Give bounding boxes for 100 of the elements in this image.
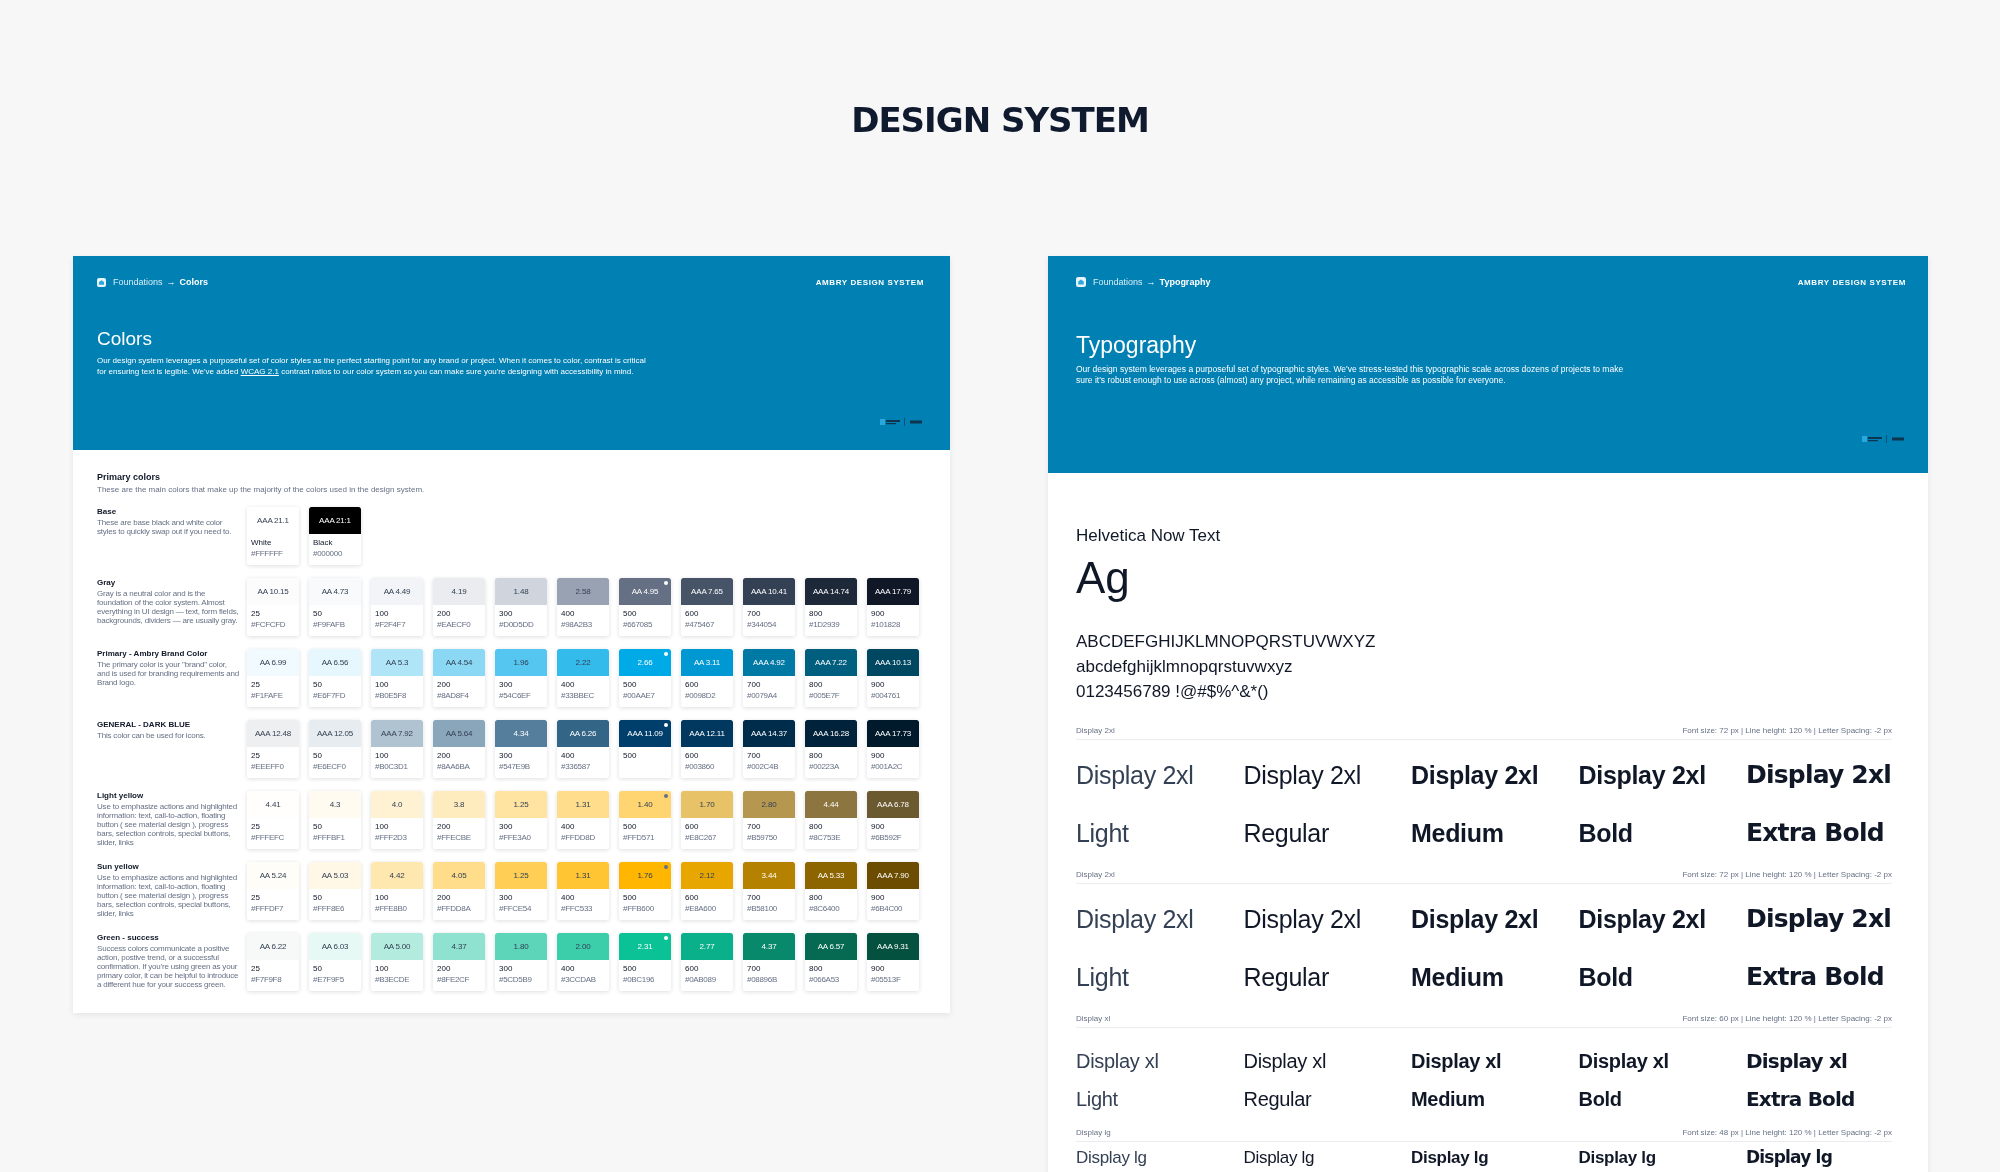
swatch-hex: #8C6400 xyxy=(809,904,841,913)
swatch-step: 800 xyxy=(809,893,857,902)
swatch-step: 700 xyxy=(747,822,795,831)
swatch-step: 25 xyxy=(251,609,299,618)
swatch-hex: #05513F xyxy=(871,975,902,984)
swatch-hex: #E6ECF0 xyxy=(313,762,347,771)
wcag-link[interactable]: WCAG 2.1 xyxy=(240,366,279,376)
marker-dot xyxy=(664,581,668,585)
color-group-description: Gray is a neutral color and is the foundation of the color system. Almost everything in UI design — text, form fields, backgrounds, dividers — are usually gray. xyxy=(97,589,240,625)
weight-name: Extra Bold xyxy=(1746,962,1885,992)
swatch-hex: #F2F4F7 xyxy=(375,620,407,629)
app-logo-icon xyxy=(1076,277,1086,287)
color-group-description: The primary color is your "brand" color, and is used for branding requirements and Brand logo. xyxy=(97,660,240,687)
swatch-hex: #1D2939 xyxy=(809,620,841,629)
contrast-ratio: 1.96 xyxy=(513,658,529,667)
swatch-hex: #6B4C00 xyxy=(871,904,904,913)
contrast-ratio: AAA 14.74 xyxy=(813,587,849,596)
swatch-hex: #8C753E xyxy=(809,833,842,842)
contrast-ratio: AAA 17.79 xyxy=(875,587,911,596)
swatch-hex: #6B592F xyxy=(871,833,903,842)
contrast-ratio: AA 5.00 xyxy=(383,942,411,951)
character-set-line: abcdefghijklmnopqrstuvwxyz xyxy=(1076,656,1294,678)
swatch-step: 500 xyxy=(623,893,671,902)
contrast-ratio: 2.31 xyxy=(637,942,653,951)
contrast-ratio: AA 5.3 xyxy=(385,658,409,667)
swatch-hex: #004761 xyxy=(871,691,902,700)
weight-name: Extra Bold xyxy=(1746,1086,1856,1112)
swatch-hex: #8FE2CF xyxy=(437,975,471,984)
breadcrumb-arrow: → xyxy=(166,277,176,287)
swatch-hex: #8AD8F4 xyxy=(437,691,470,700)
breadcrumb-link[interactable]: Foundations xyxy=(113,277,163,287)
weight-name: Regular xyxy=(1243,962,1330,992)
swatch-hex: #E8A600 xyxy=(685,904,717,913)
style-spec: Font size: 72 px | Line height: 120 % | Letter Spacing: -2 px xyxy=(1682,726,1892,735)
swatch-hex: #FFDD8A xyxy=(437,904,472,913)
contrast-ratio: AA 4.49 xyxy=(383,587,411,596)
swatch-hex: #B3ECDE xyxy=(375,975,411,984)
contrast-ratio: 4.41 xyxy=(265,800,281,809)
swatch-step: 800 xyxy=(809,680,857,689)
color-group-name: Green - success xyxy=(97,933,160,942)
character-set-line: ABCDEFGHIJKLMNOPQRSTUVWXYZ xyxy=(1076,631,1377,653)
weight-name: Extra Bold xyxy=(1746,818,1885,848)
swatch-hex: #101828 xyxy=(871,620,902,629)
swatch-step: 50 xyxy=(313,751,361,760)
contrast-ratio: AAA 16.28 xyxy=(813,729,849,738)
swatch-hex: #066A53 xyxy=(809,975,840,984)
type-sample: Display 2xl xyxy=(1243,760,1363,790)
swatch-step: 200 xyxy=(437,680,485,689)
contrast-ratio: 2.22 xyxy=(575,658,591,667)
contrast-ratio: 1.80 xyxy=(513,942,529,951)
swatch-hex: #000000 xyxy=(313,549,344,558)
swatch-hex: #FFD571 xyxy=(623,833,656,842)
type-sample: Display 2xl xyxy=(1411,760,1540,790)
type-sample: Display xl xyxy=(1578,1049,1670,1074)
swatch-step: 100 xyxy=(375,822,423,831)
type-sample: Display 2xl xyxy=(1076,760,1195,790)
breadcrumb-current: Typography xyxy=(1159,277,1211,287)
swatch-hex: #F7F9F8 xyxy=(251,975,283,984)
swatch-step: 400 xyxy=(561,751,609,760)
breadcrumb-link[interactable]: Foundations xyxy=(1093,277,1143,287)
swatch-step: 600 xyxy=(685,893,733,902)
contrast-ratio: AA 6.26 xyxy=(569,729,597,738)
type-sample: Display xl xyxy=(1243,1049,1328,1074)
contrast-ratio: AAA 7.65 xyxy=(691,587,723,596)
swatch-step: 200 xyxy=(437,893,485,902)
color-group-name: Light yellow xyxy=(97,791,145,800)
contrast-ratio: AA 3.11 xyxy=(694,658,720,667)
color-group-description: These are base black and white color styles to quickly swap out if you need to. xyxy=(97,518,233,536)
breadcrumb-arrow: → xyxy=(1146,277,1156,287)
swatch-step: 700 xyxy=(747,893,795,902)
type-sample: Display lg xyxy=(1746,1148,1833,1167)
weight-name: Regular xyxy=(1243,818,1330,848)
brand-name: AMBRY DESIGN SYSTEM xyxy=(1797,277,1906,287)
contrast-ratio: AA 6.22 xyxy=(259,942,287,951)
swatch-hex: #5CD5B9 xyxy=(499,975,533,984)
swatch-step: 100 xyxy=(375,893,423,902)
swatch-step: 900 xyxy=(871,751,919,760)
intro-paragraph: Our design system leverages a purposeful set of typographic styles. We've stress-tested this typographic scale across dozens of projects to make sure it's robust enough to use across (almost) any project, while remaining as accessible as possible for everyone. xyxy=(1076,364,1625,386)
swatch-step: 700 xyxy=(747,964,795,973)
color-group-description: Use to emphasize actions and highlighted information: text, call-to-action, floating button ( see material design ), progress bars, selection controls, special buttons, slider, links xyxy=(97,802,239,847)
color-group-description: Use to emphasize actions and highlighted information: text, call-to-action, floating button ( see material design ), progress bars, selection controls, special buttons, slider, links xyxy=(97,873,239,918)
contrast-ratio: 4.3 xyxy=(329,800,341,809)
contrast-ratio: AAA 4.92 xyxy=(753,658,785,667)
contrast-ratio: AAA 17.73 xyxy=(875,729,911,738)
swatch-step: 300 xyxy=(499,680,547,689)
type-sample: Display 2xl xyxy=(1578,904,1707,934)
swatch-hex: #08896B xyxy=(747,975,778,984)
swatch-step: 900 xyxy=(871,822,919,831)
swatch-step: 25 xyxy=(251,964,299,973)
swatch-step: 25 xyxy=(251,822,299,831)
type-sample: Display 2xl xyxy=(1746,760,1893,790)
character-set-line: 0123456789 !@#$%^&*() xyxy=(1076,681,1270,703)
weight-name: Bold xyxy=(1578,818,1634,848)
swatch-step: 400 xyxy=(561,680,609,689)
swatch-step: 700 xyxy=(747,680,795,689)
style-label: Display xl xyxy=(1076,1014,1111,1023)
marker-dot xyxy=(664,794,668,798)
swatch-hex: #336587 xyxy=(561,762,592,771)
contrast-ratio: 1.25 xyxy=(513,800,529,809)
swatch-hex: #FFFBF1 xyxy=(313,833,346,842)
